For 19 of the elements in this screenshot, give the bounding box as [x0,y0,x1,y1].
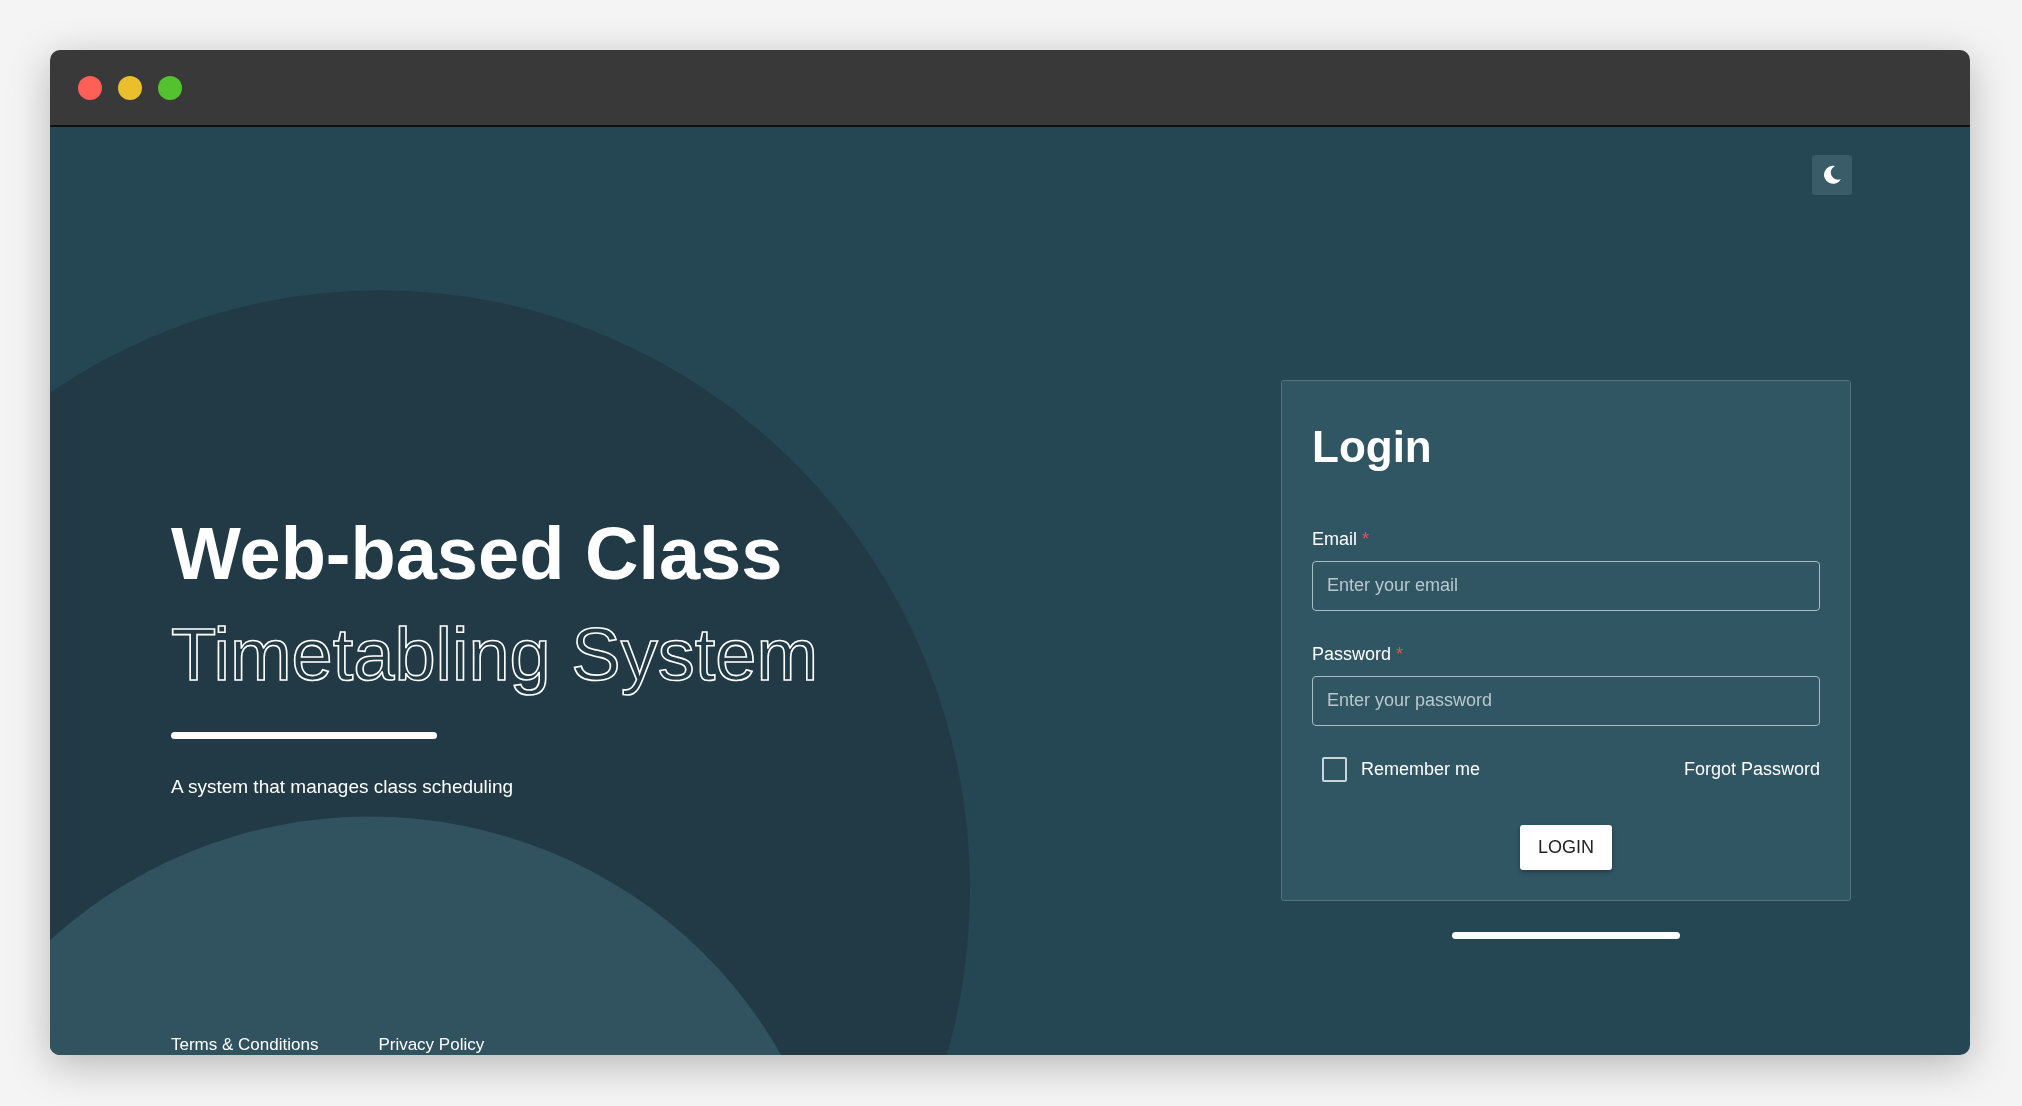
email-field[interactable]: Enter your email [1312,560,1820,611]
hero-title-outline: Timetabling System [171,614,819,696]
field-label: Email * [1312,527,1371,551]
maximize-button[interactable] [158,75,182,100]
remember-checkbox[interactable] [1322,756,1347,782]
minimize-button[interactable] [118,75,142,100]
footer-link[interactable]: Privacy Policy [378,1036,485,1053]
remember-label[interactable]: Remember me [1361,755,1481,783]
login-button[interactable]: LOGIN [1520,824,1612,870]
password-field[interactable]: Enter your password [1312,675,1820,726]
moon-icon [1821,164,1843,186]
close-button[interactable] [78,75,102,100]
footer-link[interactable]: Terms & Conditions [171,1036,319,1053]
theme-toggle-button[interactable] [1812,155,1852,195]
forgot-password-link[interactable]: Forgot Password [1683,755,1820,783]
field-label: Password * [1312,642,1405,666]
hero-subtitle: A system that manages class scheduling [171,774,514,799]
hero-title: Web-based Class [171,513,783,595]
login-title: Login [1312,421,1432,473]
